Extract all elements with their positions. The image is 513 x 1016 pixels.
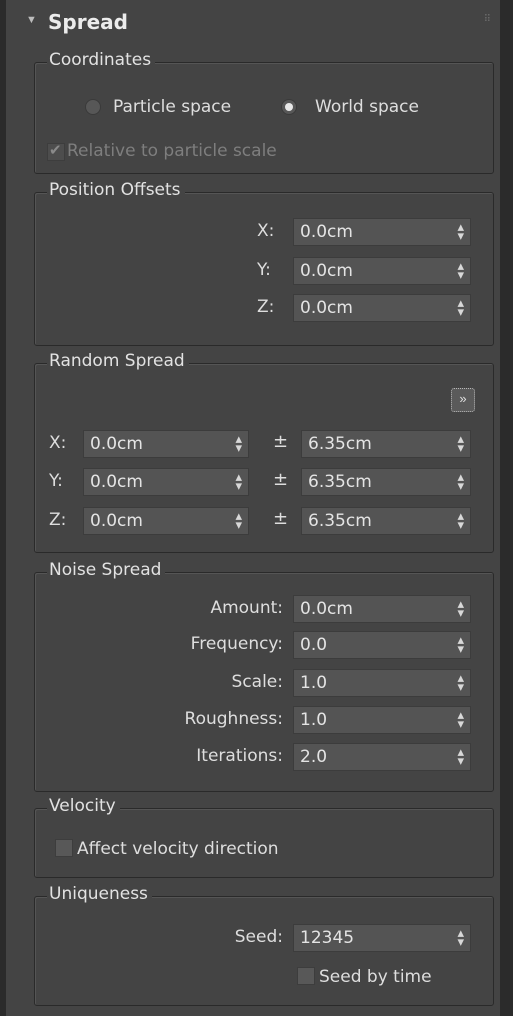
spinner-arrows-icon[interactable]: ▴ ▾ xyxy=(457,470,464,492)
roughness-label: Roughness: xyxy=(184,709,283,729)
iterations-value[interactable]: 2.0 xyxy=(300,747,327,767)
random-y-range-value[interactable]: 6.35cm xyxy=(308,472,372,492)
amount-label: Amount: xyxy=(210,598,283,618)
relative-scale-checkbox[interactable]: ✔ xyxy=(47,142,65,161)
random-x-spinner[interactable]: 0.0cm ▴ ▾ xyxy=(83,430,249,458)
position-x-value[interactable]: 0.0cm xyxy=(300,222,353,242)
spinner-arrows-icon[interactable]: ▴ ▾ xyxy=(457,296,464,318)
position-y-spinner[interactable]: 0.0cm ▴ ▾ xyxy=(293,257,471,285)
position-offsets-group: Position Offsets X: 0.0cm ▴ ▾ Y: 0.0cm ▴ ▾… xyxy=(34,180,494,346)
scale-value[interactable]: 1.0 xyxy=(300,673,327,693)
frequency-spinner[interactable]: 0.0 ▴ ▾ xyxy=(293,631,471,659)
affect-velocity-checkbox[interactable] xyxy=(55,839,73,857)
frequency-value[interactable]: 0.0 xyxy=(300,635,327,655)
spinner-arrows-icon[interactable]: ▴ ▾ xyxy=(457,509,464,531)
position-y-value[interactable]: 0.0cm xyxy=(300,261,353,281)
random-x-range-value[interactable]: 6.35cm xyxy=(308,434,372,454)
spinner-arrows-icon[interactable]: ▴ ▾ xyxy=(457,220,464,242)
spinner-arrows-icon[interactable]: ▴ ▾ xyxy=(235,432,242,454)
right-edge xyxy=(500,0,513,1016)
velocity-group: Velocity Affect velocity direction xyxy=(34,796,494,878)
grip-dots-icon[interactable]: ⠿ xyxy=(484,14,491,25)
random-z-spinner[interactable]: 0.0cm ▴ ▾ xyxy=(83,507,249,535)
seed-label: Seed: xyxy=(234,927,283,947)
plus-minus-symbol: ± xyxy=(273,469,289,490)
random-y-range-spinner[interactable]: 6.35cm ▴ ▾ xyxy=(301,468,471,496)
coordinates-group: Coordinates Particle space World space ✔… xyxy=(34,50,494,174)
spinner-arrows-icon[interactable]: ▴ ▾ xyxy=(457,259,464,281)
random-x-value[interactable]: 0.0cm xyxy=(90,434,143,454)
spinner-arrows-icon[interactable]: ▴ ▾ xyxy=(457,708,464,730)
spread-rollout: ▼ Spread ⠿ Coordinates Particle space Wo… xyxy=(6,0,500,1016)
spinner-arrows-icon[interactable]: ▴ ▾ xyxy=(457,671,464,693)
random-y-spinner[interactable]: 0.0cm ▴ ▾ xyxy=(83,468,249,496)
particle-space-radio[interactable] xyxy=(85,99,101,115)
random-z-range-value[interactable]: 6.35cm xyxy=(308,511,372,531)
noise-spread-legend: Noise Spread xyxy=(47,560,166,580)
spinner-arrows-icon[interactable]: ▴ ▾ xyxy=(235,509,242,531)
rollout-header[interactable]: ▼ Spread ⠿ xyxy=(6,0,500,44)
frequency-label: Frequency: xyxy=(190,634,283,654)
collapse-triangle-icon[interactable]: ▼ xyxy=(26,14,37,26)
plus-minus-symbol: ± xyxy=(273,508,289,529)
roughness-spinner[interactable]: 1.0 ▴ ▾ xyxy=(293,706,471,734)
position-z-label: Z: xyxy=(257,297,275,317)
coordinates-legend: Coordinates xyxy=(47,50,156,70)
relative-scale-label: Relative to particle scale xyxy=(67,141,277,161)
world-space-label[interactable]: World space xyxy=(315,97,419,117)
spinner-arrows-icon[interactable]: ▴ ▾ xyxy=(457,432,464,454)
scale-spinner[interactable]: 1.0 ▴ ▾ xyxy=(293,669,471,697)
random-spread-group: Random Spread » X: 0.0cm ▴ ▾ ± 6.35cm ▴ ▾ … xyxy=(34,351,494,553)
plus-minus-symbol: ± xyxy=(273,431,289,452)
seed-spinner[interactable]: 12345 ▴ ▾ xyxy=(293,924,471,952)
world-space-radio[interactable] xyxy=(281,99,297,115)
check-icon: ✔ xyxy=(49,142,62,159)
position-z-spinner[interactable]: 0.0cm ▴ ▾ xyxy=(293,294,471,322)
expand-more-button[interactable]: » xyxy=(451,388,475,412)
position-x-label: X: xyxy=(257,221,275,241)
roughness-value[interactable]: 1.0 xyxy=(300,710,327,730)
seed-value[interactable]: 12345 xyxy=(300,928,354,948)
velocity-legend: Velocity xyxy=(47,796,120,816)
amount-value[interactable]: 0.0cm xyxy=(300,599,353,619)
random-x-label: X: xyxy=(49,433,67,453)
spinner-arrows-icon[interactable]: ▴ ▾ xyxy=(457,597,464,619)
iterations-label: Iterations: xyxy=(196,746,283,766)
random-z-label: Z: xyxy=(49,510,67,530)
scale-label: Scale: xyxy=(231,672,283,692)
seed-by-time-label[interactable]: Seed by time xyxy=(319,967,432,987)
random-y-value[interactable]: 0.0cm xyxy=(90,472,143,492)
noise-spread-group: Noise Spread Amount: 0.0cm ▴ ▾ Frequency:… xyxy=(34,560,494,792)
particle-space-label[interactable]: Particle space xyxy=(113,97,231,117)
rollout-title: Spread xyxy=(48,10,128,34)
uniqueness-group: Uniqueness Seed: 12345 ▴ ▾ Seed by time xyxy=(34,884,494,1006)
random-z-range-spinner[interactable]: 6.35cm ▴ ▾ xyxy=(301,507,471,535)
uniqueness-legend: Uniqueness xyxy=(47,884,152,904)
random-z-value[interactable]: 0.0cm xyxy=(90,511,143,531)
spinner-arrows-icon[interactable]: ▴ ▾ xyxy=(457,745,464,767)
random-x-range-spinner[interactable]: 6.35cm ▴ ▾ xyxy=(301,430,471,458)
amount-spinner[interactable]: 0.0cm ▴ ▾ xyxy=(293,595,471,623)
spinner-arrows-icon[interactable]: ▴ ▾ xyxy=(457,633,464,655)
affect-velocity-label[interactable]: Affect velocity direction xyxy=(77,839,279,859)
position-offsets-legend: Position Offsets xyxy=(47,180,185,200)
position-z-value[interactable]: 0.0cm xyxy=(300,298,353,318)
position-y-label: Y: xyxy=(257,260,271,280)
iterations-spinner[interactable]: 2.0 ▴ ▾ xyxy=(293,743,471,771)
seed-by-time-checkbox[interactable] xyxy=(297,967,315,985)
position-x-spinner[interactable]: 0.0cm ▴ ▾ xyxy=(293,218,471,246)
spinner-arrows-icon[interactable]: ▴ ▾ xyxy=(235,470,242,492)
random-y-label: Y: xyxy=(49,471,63,491)
spinner-arrows-icon[interactable]: ▴ ▾ xyxy=(457,926,464,948)
random-spread-legend: Random Spread xyxy=(47,351,189,371)
